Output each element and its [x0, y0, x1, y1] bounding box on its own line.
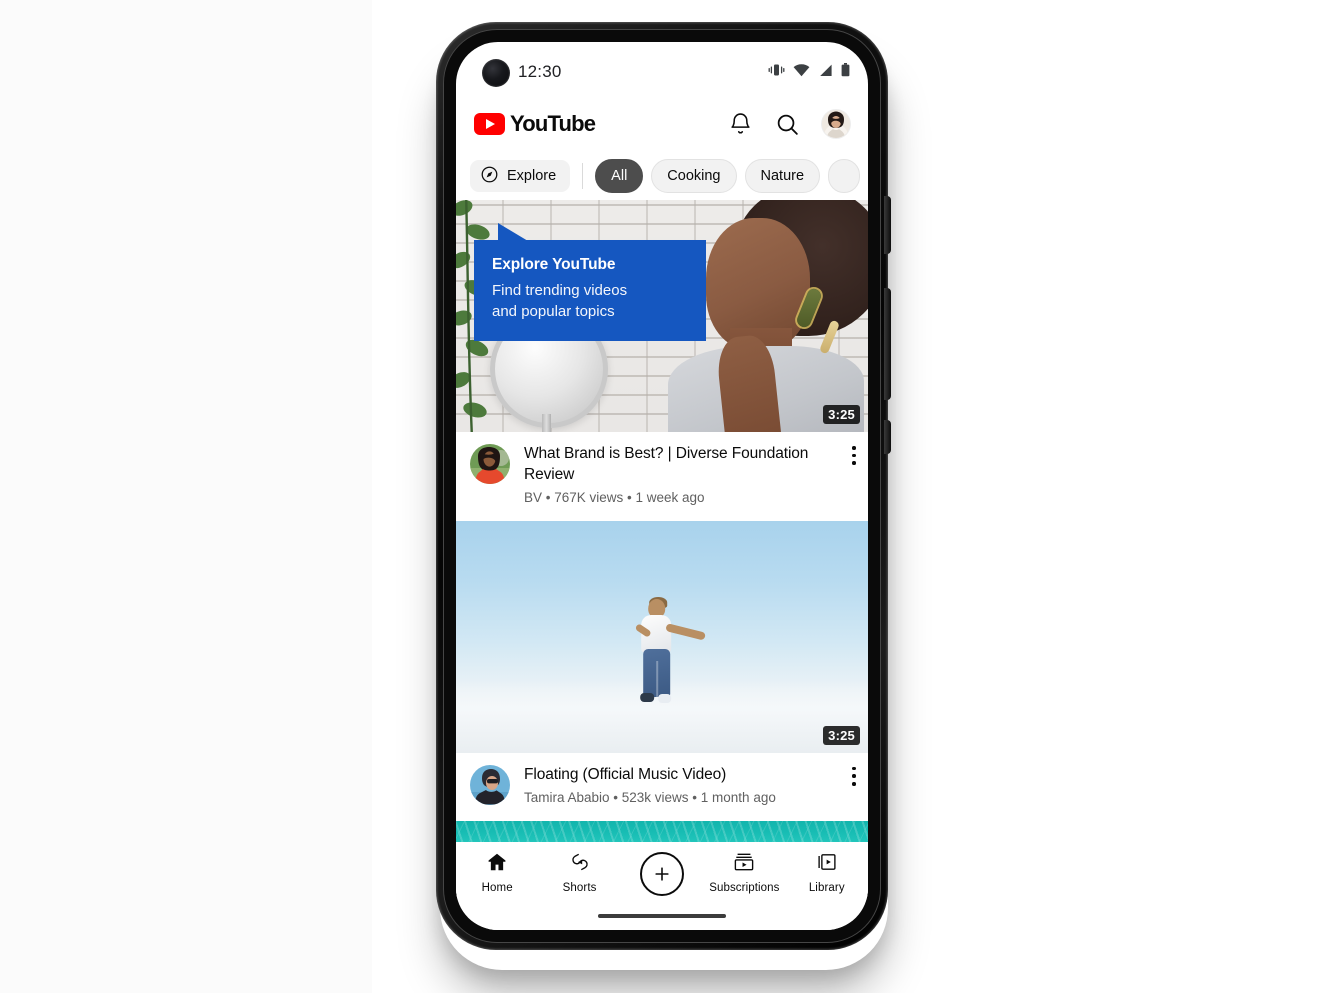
- library-icon: [816, 851, 838, 878]
- video-thumbnail[interactable]: 3:25: [456, 520, 868, 753]
- cellular-signal-icon: [818, 64, 833, 77]
- nav-item-subscriptions[interactable]: Subscriptions: [707, 851, 781, 894]
- video-subtitle: Tamira Ababio • 523k views • 1 month ago: [524, 790, 776, 806]
- chip-overflow-partial[interactable]: [828, 159, 861, 193]
- phone-side-button-volume-up[interactable]: [884, 196, 891, 254]
- category-chip-row[interactable]: Explore All Cooking Nature: [456, 152, 868, 200]
- home-gesture-indicator[interactable]: [598, 913, 726, 918]
- nav-item-home[interactable]: Home: [460, 851, 534, 894]
- page-root: 12:30 YouTube Explore All Cooking Nature…: [0, 0, 1324, 993]
- video-card[interactable]: 3:25 Floating (Official Music Video) Tam…: [456, 520, 868, 821]
- video-subtitle: BV • 767K views • 1 week ago: [524, 490, 705, 506]
- channel-avatar[interactable]: [470, 444, 510, 484]
- create-plus-icon: [639, 852, 684, 896]
- video-duration-badge: 3:25: [823, 405, 860, 424]
- header-actions: [728, 110, 850, 138]
- notifications-bell-icon[interactable]: [728, 112, 753, 137]
- explore-chip[interactable]: Explore: [470, 160, 571, 192]
- video-title[interactable]: Floating (Official Music Video): [524, 765, 832, 786]
- phone-screen: 12:30 YouTube Explore All Cooking Nature…: [456, 42, 868, 930]
- compass-explore-icon: [480, 165, 499, 188]
- home-icon: [486, 851, 508, 878]
- wifi-icon: [793, 63, 810, 77]
- tooltip-body-line-1: Find trending videos: [492, 282, 628, 299]
- bottom-navigation-bar: Home Shorts Subscriptions Library: [456, 842, 868, 930]
- status-bar-icons: [768, 63, 850, 77]
- shorts-icon: [569, 851, 591, 878]
- video-meta: What Brand is Best? | Diverse Foundation…: [456, 432, 868, 521]
- chip-cooking[interactable]: Cooking: [651, 159, 737, 193]
- nav-label-shorts: Shorts: [562, 882, 597, 894]
- thumbnail-art-sky: [456, 520, 868, 753]
- kebab-menu-icon[interactable]: [852, 766, 856, 786]
- chip-nature[interactable]: Nature: [744, 159, 821, 193]
- status-bar-clock: 12:30: [518, 62, 562, 81]
- app-header: YouTube: [456, 96, 868, 152]
- nav-label-library: Library: [808, 882, 845, 894]
- video-duration-badge: 3:25: [823, 725, 860, 745]
- explore-chip-label: Explore: [507, 168, 557, 184]
- nav-item-library[interactable]: Library: [790, 851, 864, 894]
- vibrate-icon: [768, 63, 785, 77]
- youtube-logo[interactable]: YouTube: [474, 111, 596, 137]
- kebab-menu-icon[interactable]: [852, 446, 856, 465]
- tooltip-pointer: [498, 223, 528, 241]
- tooltip-title: Explore YouTube: [492, 256, 616, 273]
- brand-wordmark: YouTube: [510, 111, 596, 136]
- search-icon[interactable]: [775, 112, 800, 137]
- status-bar: 12:30: [456, 42, 868, 96]
- nav-item-shorts[interactable]: Shorts: [543, 851, 617, 894]
- nav-item-create[interactable]: [625, 851, 699, 900]
- front-camera-punchhole: [482, 59, 510, 87]
- chip-all[interactable]: All: [595, 159, 644, 193]
- account-avatar[interactable]: [822, 110, 850, 138]
- subscriptions-icon: [733, 851, 755, 878]
- video-meta: Floating (Official Music Video) Tamira A…: [456, 752, 868, 821]
- chip-divider: [582, 163, 584, 189]
- nav-label-subscriptions: Subscriptions: [709, 882, 780, 894]
- video-title[interactable]: What Brand is Best? | Diverse Foundation…: [524, 444, 832, 485]
- floating-person-subject: [624, 596, 706, 703]
- explore-tooltip[interactable]: Explore YouTube Find trending videos and…: [474, 223, 706, 341]
- channel-avatar[interactable]: [470, 764, 510, 805]
- youtube-play-logo-icon: [474, 113, 505, 135]
- battery-icon: [841, 63, 850, 77]
- background-band-left: [0, 0, 372, 993]
- nav-label-home: Home: [481, 882, 513, 894]
- tooltip-body-line-2: and popular topics: [492, 303, 615, 321]
- phone-side-button-power[interactable]: [884, 420, 891, 454]
- phone-side-button-volume[interactable]: [884, 288, 891, 400]
